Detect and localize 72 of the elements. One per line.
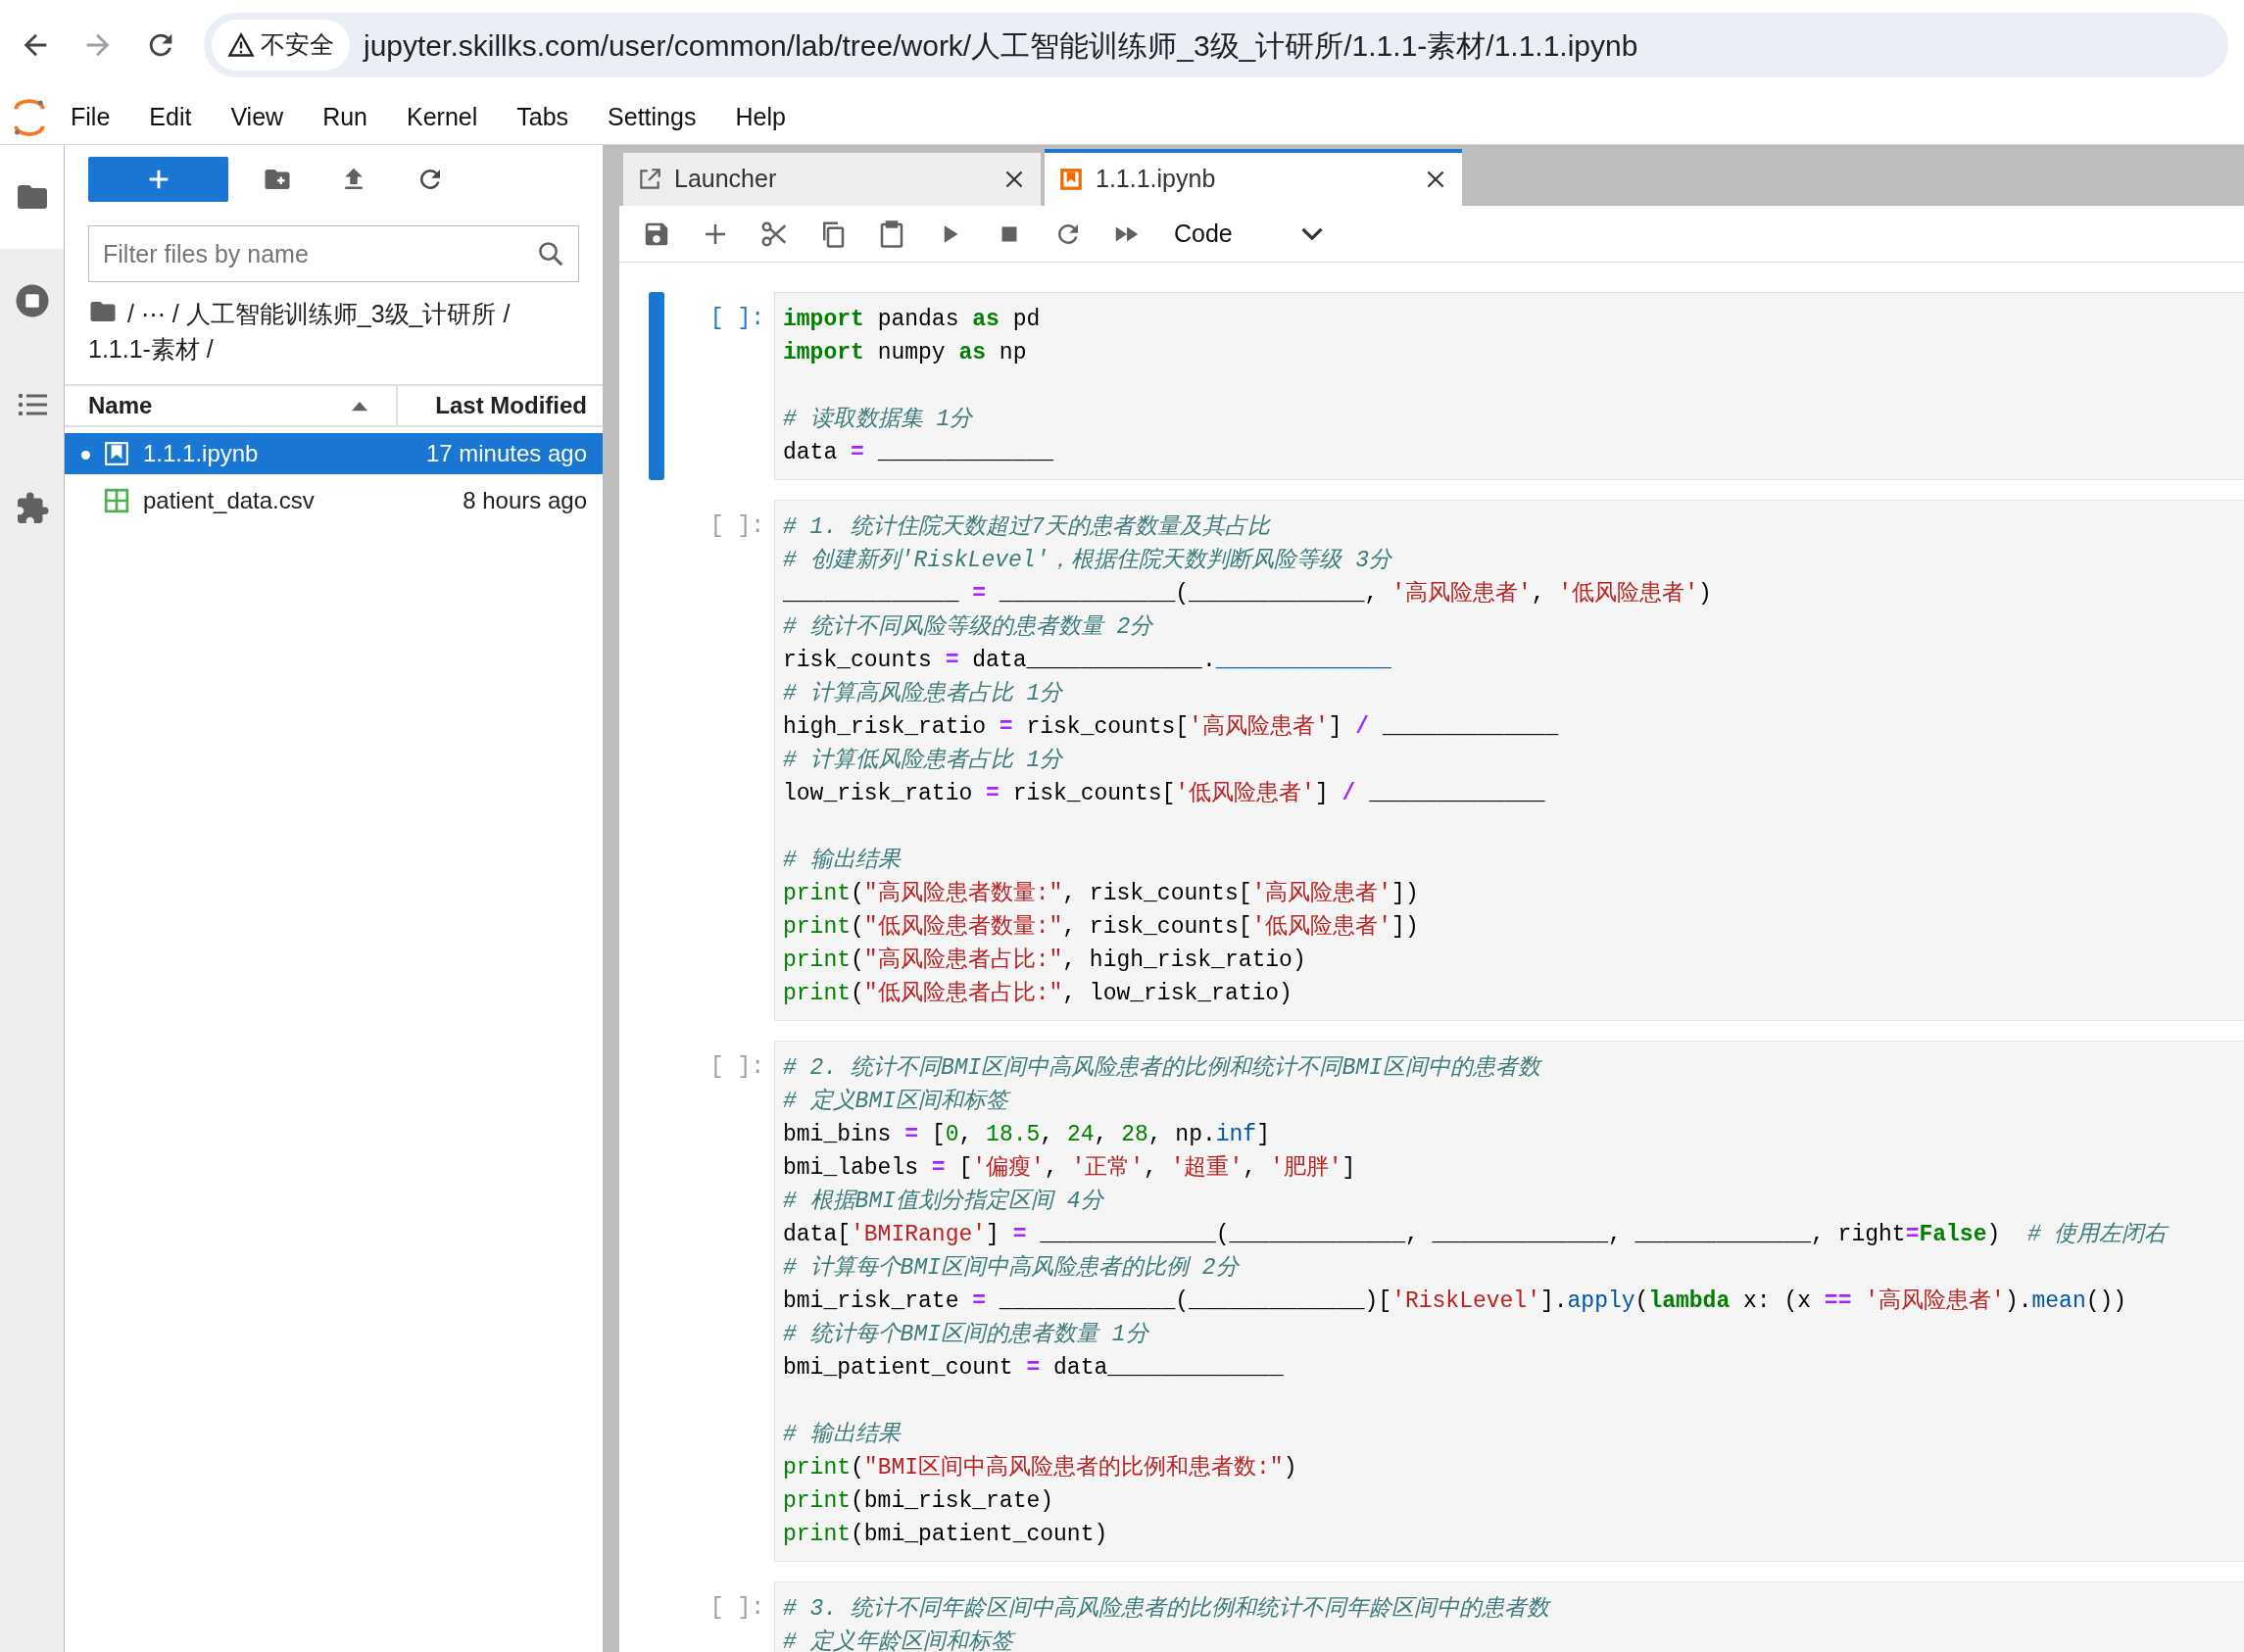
menu-item[interactable]: Kernel xyxy=(389,98,496,136)
code-line: risk_counts = data_____________._____________ xyxy=(783,647,1393,675)
menu-item[interactable]: Help xyxy=(717,98,804,136)
cell-prompt: [ ]: xyxy=(708,1053,765,1082)
menu-item[interactable]: Settings xyxy=(590,98,714,136)
code-cell-editor[interactable]: # 3. 统计不同年龄区间中高风险患者的比例和统计不同年龄区间中的患者数 # 定义年龄区间和标签 xyxy=(774,1581,2244,1652)
code-line: data = _____________ xyxy=(783,439,1055,467)
cell-prompt: [ ]: xyxy=(708,512,765,541)
security-chip[interactable]: 不安全 xyxy=(212,20,350,71)
code-line: # 统计每个BMI区间的患者数量 1分 xyxy=(783,1321,1150,1349)
code-line: # 1. 统计住院天数超过7天的患者数量及其占比 xyxy=(783,513,1272,542)
menu-item[interactable]: Edit xyxy=(131,98,210,136)
grid-file-icon xyxy=(104,488,129,513)
code-line: bmi_bins = [0, 18.5, 24, 28, np.inf] xyxy=(783,1121,1271,1149)
code-line: import pandas as pd xyxy=(783,306,1042,334)
search-icon xyxy=(536,239,565,268)
tab[interactable]: 1.1.1.ipynb xyxy=(1045,149,1462,206)
code-line: print("BMI区间中高风险患者的比例和患者数:") xyxy=(783,1453,1298,1482)
code-line: import numpy as np xyxy=(783,339,1028,367)
code-line: # 读取数据集 1分 xyxy=(783,406,974,434)
tab[interactable]: Launcher xyxy=(623,153,1041,206)
breadcrumb-path[interactable]: / ⋯ / 人工智能训练师_3级_计研所 / 1.1.1-素材 / xyxy=(88,296,579,366)
file-row[interactable]: 1.1.1.ipynb 17 minutes ago xyxy=(65,433,603,474)
code-line: # 定义BMI区间和标签 xyxy=(783,1085,2244,1118)
code-line: # 计算高风险患者占比 1分 xyxy=(783,679,1064,708)
menu-item[interactable]: View xyxy=(213,98,302,136)
code-line: print("低风险患者占比:", low_risk_ratio) xyxy=(783,980,1293,1008)
launcher-icon xyxy=(637,167,662,192)
column-header[interactable]: Name xyxy=(65,386,398,425)
url-text: jupyter.skillks.com/user/common/lab/tree/work/人工智能训练师_3级_计研所/1.1.1-素材/1.1.1.ipynb xyxy=(364,27,1638,64)
active-cell-bar[interactable] xyxy=(649,292,664,480)
code-line: bmi_risk_rate = _____________(_____________)['RiskLevel'].apply(lambda x: (x == '高风险患者').mean()) xyxy=(783,1287,2128,1316)
code-line: print(bmi_risk_rate) xyxy=(783,1487,1055,1516)
column-header[interactable]: Last Modified xyxy=(398,386,603,425)
file-row[interactable]: patient_data.csv 8 hours ago xyxy=(65,480,603,521)
notebook-icon xyxy=(1058,167,1084,192)
code-line: # 输出结果 xyxy=(783,1421,902,1449)
caret-down-icon xyxy=(1300,227,1323,240)
code-line: # 根据BMI值划分指定区间 4分 xyxy=(783,1187,1105,1216)
filter-field[interactable]: Filter files by name xyxy=(88,225,579,282)
address-bar[interactable]: 不安全 jupyter.skillks.com/user/common/lab/tree/work/人工智能训练师_3级_计研所/1.1.1-素材/1.1.1.ipynb xyxy=(204,13,2228,77)
running-icon[interactable] xyxy=(14,283,50,318)
code-line: # 创建新列'RiskLevel'，根据住院天数判断风险等级 3分 xyxy=(783,547,1393,575)
code-cell-editor[interactable]: import pandas as pd import numpy as np # 读取数据集 1分 data = _____________ xyxy=(774,292,2244,480)
code-line: print("低风险患者数量:", risk_counts['低风险患者']) xyxy=(783,913,1420,942)
notebook-file-icon xyxy=(104,441,129,466)
menu-item[interactable]: File xyxy=(53,98,128,136)
code-line: # 定义年龄区间和标签 xyxy=(783,1626,2244,1652)
code-cell-editor[interactable] xyxy=(774,500,2244,1021)
code-line: print("高风险患者占比:", high_risk_ratio) xyxy=(783,946,1307,975)
code-line: print(bmi_patient_count) xyxy=(783,1521,1109,1549)
code-line: # 计算每个BMI区间中高风险患者的比例 2分 xyxy=(783,1253,1241,1283)
security-label: 不安全 xyxy=(261,29,334,61)
cell-type-select[interactable]: Code xyxy=(1164,212,1333,256)
code-line: # 3. 统计不同年龄区间中高风险患者的比例和统计不同年龄区间中的患者数 xyxy=(783,1594,1552,1624)
code-line: _____________ = _____________(_____________, '高风险患者', '低风险患者') xyxy=(783,579,1713,608)
code-line: low_risk_ratio = risk_counts['低风险患者'] / _____________ xyxy=(783,780,1546,808)
code-line: # 计算低风险患者占比 1分 xyxy=(783,747,1064,775)
menu-item[interactable]: Tabs xyxy=(499,98,587,136)
code-line: print("高风险患者数量:", risk_counts['高风险患者']) xyxy=(783,879,1420,908)
code-line: # 2. 统计不同BMI区间中高风险患者的比例和统计不同BMI区间中的患者数 xyxy=(783,1053,1543,1083)
code-line: # 统计不同风险等级的患者数量 2分 xyxy=(783,613,1154,642)
code-line: bmi_patient_count = data_____________ xyxy=(783,1354,1285,1383)
warning-icon xyxy=(227,31,255,59)
cell-prompt: [ ]: xyxy=(708,305,765,333)
menu-item[interactable]: Run xyxy=(305,98,385,136)
code-line: data['BMIRange'] = _____________(_____________, _____________, _____________, right=False) # 使用左闭右 xyxy=(783,1221,2171,1249)
code-cell-editor[interactable] xyxy=(774,1041,2244,1562)
code-line: # 输出结果 xyxy=(783,847,902,875)
code-line: high_risk_ratio = risk_counts['高风险患者'] / _____________ xyxy=(783,712,1560,742)
code-line: bmi_labels = ['偏瘦', '正常', '超重', '肥胖'] xyxy=(783,1153,1357,1183)
cell-prompt: [ ]: xyxy=(708,1594,765,1623)
